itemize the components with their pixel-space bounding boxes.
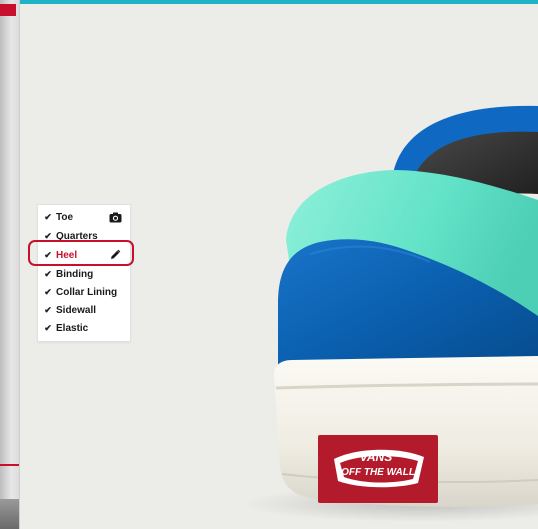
check-icon: ✔ (44, 323, 52, 333)
check-icon: ✔ (44, 269, 52, 279)
parts-menu-item-heel[interactable]: ✔ Heel (38, 247, 130, 264)
parts-menu-item-label: Quarters (56, 231, 98, 242)
heel-tag-brand: VANS (360, 450, 392, 464)
parts-menu-item-sidewall[interactable]: ✔ Sidewall (38, 302, 130, 319)
parts-menu-item-toe[interactable]: ✔ Toe (38, 209, 130, 226)
heel-tag-slogan: OFF THE WALL (341, 467, 415, 478)
parts-menu-item-label: Collar Lining (56, 287, 118, 298)
check-icon: ✔ (44, 287, 52, 297)
left-panel-edge (0, 0, 20, 529)
customizer-frame: VANS OFF THE WALL ✔ Toe ✔ Quarters ✔ Hee… (0, 0, 538, 529)
parts-menu-item-label: Sidewall (56, 305, 97, 316)
pencil-icon[interactable] (108, 248, 122, 262)
check-icon: ✔ (44, 212, 52, 222)
left-panel-red-divider (0, 464, 19, 466)
parts-menu-item-elastic[interactable]: ✔ Elastic (38, 320, 130, 337)
parts-menu-item-collar-lining[interactable]: ✔ Collar Lining (38, 284, 130, 301)
camera-icon[interactable] (108, 210, 122, 224)
parts-menu-item-label: Elastic (56, 323, 89, 334)
parts-menu-item-label: Binding (56, 269, 94, 280)
check-icon: ✔ (44, 231, 52, 241)
check-icon: ✔ (44, 305, 52, 315)
parts-menu: ✔ Toe ✔ Quarters ✔ Heel ✔ Binding ✔ Coll… (37, 204, 131, 342)
heel-tag: VANS OFF THE WALL (318, 435, 438, 503)
parts-menu-item-label: Heel (56, 250, 78, 261)
parts-menu-item-binding[interactable]: ✔ Binding (38, 266, 130, 283)
left-panel-bottom (0, 499, 19, 529)
left-panel-red-tab (0, 4, 16, 16)
check-icon: ✔ (44, 250, 52, 260)
parts-menu-item-label: Toe (56, 212, 74, 223)
parts-menu-item-quarters[interactable]: ✔ Quarters (38, 228, 130, 245)
